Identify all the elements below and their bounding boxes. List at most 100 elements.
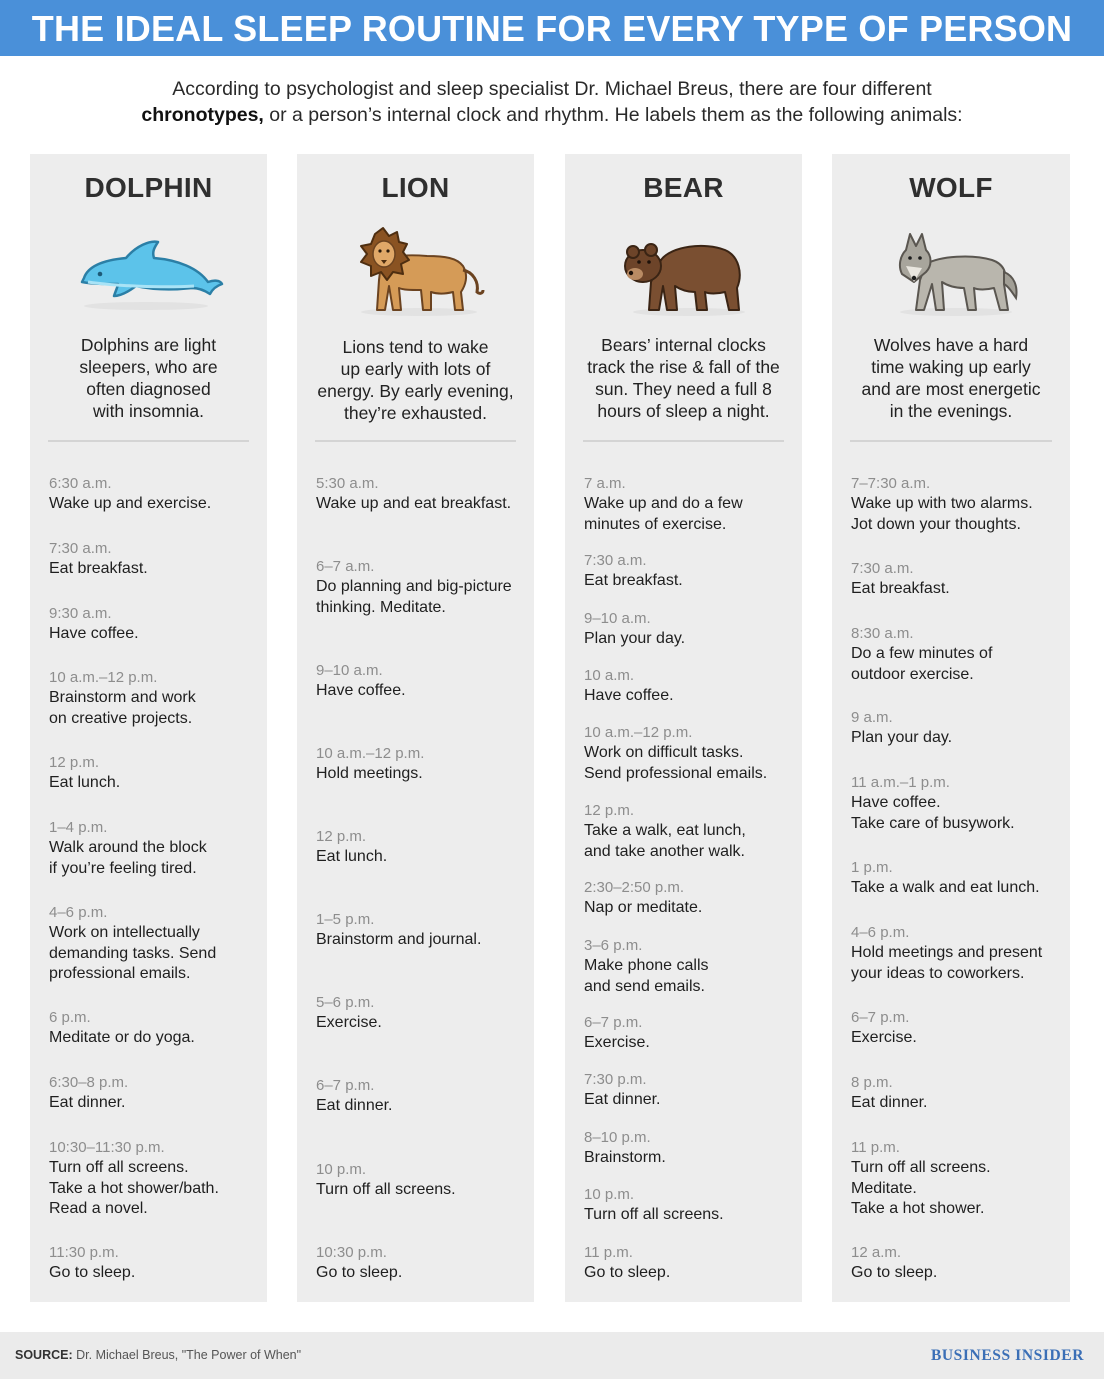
schedule-entry: 6 p.m. Meditate or do yoga. <box>49 1009 259 1049</box>
entry-activity: Brainstorm and work on creative projects. <box>49 688 259 729</box>
source-text: Dr. Michael Breus, "The Power of When" <box>72 1348 302 1362</box>
description-line: often diagnosed <box>86 379 211 399</box>
entry-time: 5:30 a.m. <box>316 475 379 492</box>
activity-line: Wake up with two alarms. <box>851 495 1033 512</box>
entry-time: 8:30 a.m. <box>851 625 914 642</box>
schedule-entry: 10 a.m.–12 p.m. Brainstorm and work on cre… <box>49 669 259 729</box>
divider <box>48 440 249 442</box>
activity-line: Read a novel. <box>49 1200 148 1217</box>
intro-text: According to psychologist and sleep spec… <box>60 76 1044 128</box>
activity-line: Have coffee. <box>584 687 674 704</box>
entry-time: 11 a.m.–1 p.m. <box>851 774 950 791</box>
intro-keyword: chronotypes, <box>141 104 264 126</box>
dolphin-icon <box>30 214 267 326</box>
activity-line: Meditate or do yoga. <box>49 1029 195 1046</box>
entry-time: 10 p.m. <box>316 1161 367 1178</box>
schedule-entry: 10 p.m. Turn off all screens. <box>584 1186 794 1226</box>
schedule-entry: 11 p.m. Go to sleep. <box>584 1244 794 1284</box>
entry-activity: Eat breakfast. <box>584 571 794 592</box>
activity-line: Jot down your thoughts. <box>851 515 1021 533</box>
entry-time: 12 p.m. <box>316 828 367 845</box>
schedule-entry: 5:30 a.m. Wake up and eat breakfast. <box>316 475 526 515</box>
entry-time: 6:30–8 p.m. <box>49 1074 129 1091</box>
description-line: in the evenings. <box>889 401 1013 421</box>
activity-line: Eat dinner. <box>316 1097 393 1114</box>
activity-line: Eat breakfast. <box>584 572 683 589</box>
schedule-entry: 2:30–2:50 p.m. Nap or meditate. <box>584 879 794 919</box>
description-line: they’re exhausted. <box>343 403 487 423</box>
entry-activity: Brainstorm and journal. <box>316 930 526 951</box>
description-line: Lions tend to wake <box>342 337 489 357</box>
lion-icon <box>297 214 534 326</box>
activity-line: Wake up and do a few <box>584 495 743 512</box>
activity-line: Work on difficult tasks. <box>584 744 744 761</box>
column-wolf: WOLF Wolves have a hard time waking up e… <box>832 154 1070 1302</box>
entry-time: 6–7 p.m. <box>584 1014 643 1031</box>
entry-activity: Make phone calls and send emails. <box>584 956 794 997</box>
entry-time: 6–7 p.m. <box>316 1077 375 1094</box>
activity-line: Take a hot shower. <box>851 1200 985 1217</box>
activity-line: and take another walk. <box>584 842 745 860</box>
entry-time: 10:30–11:30 p.m. <box>49 1139 165 1156</box>
activity-line: Go to sleep. <box>851 1264 938 1281</box>
activity-line: on creative projects. <box>49 709 193 727</box>
schedule-entry: 6–7 a.m. Do planning and big-picture think… <box>316 558 526 618</box>
entry-activity: Work on intellectually demanding tasks. S… <box>49 923 259 985</box>
activity-line: Turn off all screens. <box>49 1159 189 1176</box>
entry-time: 11 p.m. <box>584 1244 633 1261</box>
entry-activity: Wake up and eat breakfast. <box>316 494 526 515</box>
divider <box>583 440 784 442</box>
description-line: and are most energetic <box>861 379 1041 399</box>
activity-line: Have coffee. <box>49 625 139 642</box>
schedule-entry: 7:30 a.m. Eat breakfast. <box>584 552 794 592</box>
description-line: hours of sleep a night. <box>597 401 770 421</box>
activity-line: Eat breakfast. <box>49 560 148 577</box>
schedule-entry: 11:30 p.m. Go to sleep. <box>49 1244 259 1284</box>
schedule-entry: 1–4 p.m. Walk around the block if you’re f… <box>49 819 259 879</box>
activity-line: Plan your day. <box>851 729 953 746</box>
entry-activity: Plan your day. <box>851 728 1062 749</box>
entry-time: 8–10 p.m. <box>584 1129 651 1146</box>
activity-line: if you’re feeling tired. <box>49 859 197 877</box>
description-line: sleepers, who are <box>79 357 218 377</box>
wolf-icon <box>832 214 1070 326</box>
entry-activity: Eat lunch. <box>49 773 259 794</box>
activity-line: Eat lunch. <box>49 774 121 791</box>
schedule-entry: 12 p.m. Eat lunch. <box>49 754 259 794</box>
activity-line: demanding tasks. Send <box>49 944 217 962</box>
schedule-entry: 5–6 p.m. Exercise. <box>316 994 526 1034</box>
entry-activity: Hold meetings and present your ideas to c… <box>851 943 1062 984</box>
activity-line: Go to sleep. <box>49 1264 136 1281</box>
activity-line: and send emails. <box>584 977 705 995</box>
entry-activity: Turn off all screens. <box>316 1180 526 1201</box>
schedule-entry: 12 a.m. Go to sleep. <box>851 1244 1062 1284</box>
activity-line: Have coffee. <box>851 794 941 811</box>
entry-time: 12 a.m. <box>851 1244 902 1261</box>
entry-time: 10 a.m.–12 p.m. <box>584 724 693 741</box>
activity-line: professional emails. <box>49 965 191 982</box>
entry-activity: Eat lunch. <box>316 847 526 868</box>
schedule-entry: 6:30–8 p.m. Eat dinner. <box>49 1074 259 1114</box>
schedule-entry: 10 a.m.–12 p.m. Hold meetings. <box>316 745 526 785</box>
entry-time: 10:30 p.m. <box>316 1244 387 1261</box>
schedule-entry: 9–10 a.m. Plan your day. <box>584 610 794 650</box>
activity-line: Go to sleep. <box>316 1264 403 1281</box>
activity-line: Make phone calls <box>584 957 709 974</box>
column-title: DOLPHIN <box>84 172 213 203</box>
schedule-entry: 10:30–11:30 p.m. Turn off all screens. Tak… <box>49 1139 259 1220</box>
column-title: LION <box>381 172 450 203</box>
entry-activity: Eat dinner. <box>316 1096 526 1117</box>
activity-line: minutes of exercise. <box>584 515 727 533</box>
activity-line: outdoor exercise. <box>851 665 974 683</box>
entry-activity: Plan your day. <box>584 629 794 650</box>
entry-time: 9–10 a.m. <box>584 610 651 627</box>
entry-time: 5–6 p.m. <box>316 994 375 1011</box>
schedule-entry: 7:30 a.m. Eat breakfast. <box>851 560 1062 600</box>
activity-line: Turn off all screens. <box>584 1206 724 1223</box>
activity-line: Go to sleep. <box>584 1264 671 1281</box>
entry-activity: Wake up and exercise. <box>49 494 259 515</box>
schedule-entry: 4–6 p.m. Work on intellectually demanding … <box>49 904 259 985</box>
activity-line: Eat dinner. <box>49 1094 126 1111</box>
activity-line: Eat dinner. <box>851 1094 928 1111</box>
entry-activity: Eat dinner. <box>49 1093 259 1114</box>
